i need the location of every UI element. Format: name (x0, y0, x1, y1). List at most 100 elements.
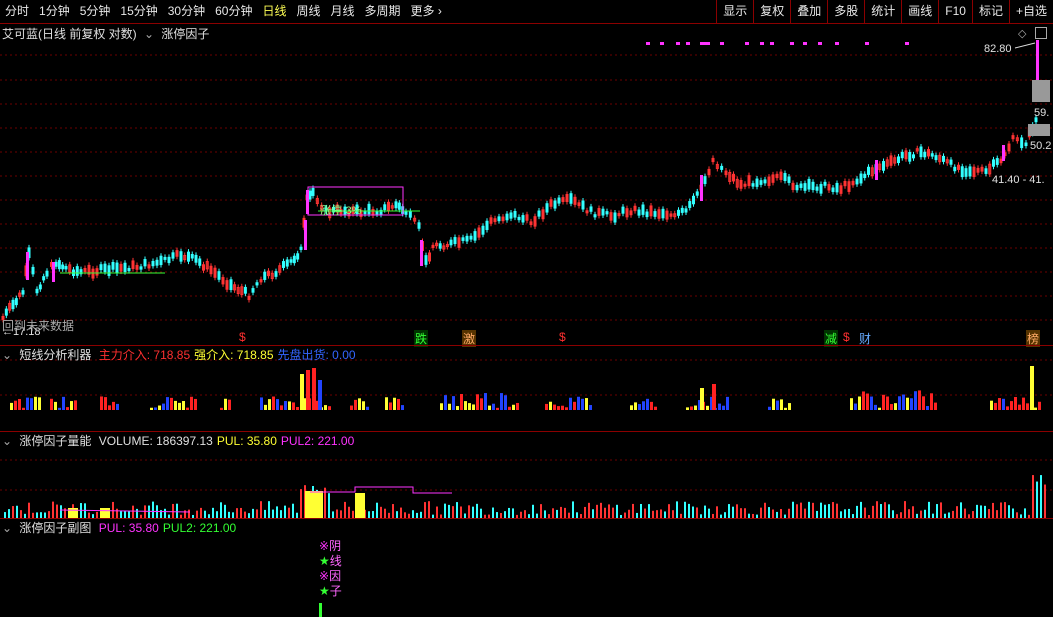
candle-body (251, 288, 255, 293)
candle-body (194, 254, 198, 263)
volume-bar (260, 501, 262, 519)
volume-bar (392, 504, 394, 519)
panel1-bar (224, 398, 227, 410)
panel1-bar (460, 394, 463, 410)
candle-body (107, 265, 111, 276)
candle-body (54, 261, 58, 267)
candle-body (115, 262, 119, 274)
panel1-title[interactable]: 短线分析利器 (19, 348, 91, 362)
panel1-bar (780, 399, 783, 410)
candle-body (308, 190, 312, 200)
signal-dash (745, 42, 749, 45)
candle-body (688, 201, 692, 208)
candle-body (417, 222, 421, 229)
event-marker-3[interactable]: $ (558, 330, 567, 344)
volume-bar (936, 504, 938, 519)
candle-body (509, 212, 513, 219)
candle-body (31, 266, 35, 275)
candle-body (285, 259, 289, 267)
panel1-bar (393, 397, 396, 410)
panel1-bar (492, 403, 495, 410)
panel1-bar (440, 403, 443, 410)
candle-body (645, 211, 649, 218)
signal-dash (660, 42, 664, 45)
candle-body (882, 161, 885, 171)
volume-bar (976, 504, 978, 519)
candle-body (992, 159, 995, 167)
panel1-bar (784, 407, 787, 410)
panel1-bar (906, 397, 909, 410)
panel1-bar (990, 400, 993, 410)
panel1-bar (70, 401, 73, 410)
volume-bar (1032, 475, 1034, 519)
panel1-bar (630, 405, 633, 410)
candle-body (367, 203, 371, 215)
candle-body (795, 184, 799, 191)
chevron-down-icon[interactable]: ⌄ (2, 434, 12, 448)
volume-bar (808, 501, 810, 519)
panel1-bar (401, 405, 404, 410)
panel1-bar (718, 403, 721, 410)
candle-body (481, 225, 485, 235)
candle-body (799, 183, 803, 188)
panel1-bar (858, 396, 861, 410)
signal-dash (646, 42, 650, 45)
panel1-bar (100, 396, 103, 410)
candle-body (942, 155, 945, 162)
candle-body (179, 251, 183, 262)
limit-up-candle (1002, 145, 1005, 161)
volume-bar (1000, 502, 1002, 519)
volume-bar (56, 504, 58, 519)
panel1-bar (545, 403, 548, 410)
volume-bar (52, 501, 54, 519)
panel1-bar (866, 393, 869, 410)
panel1-bar (508, 406, 511, 410)
panel1-bar (300, 374, 304, 410)
candle-body (751, 183, 755, 187)
panel1-bar (22, 407, 25, 410)
candle-body (807, 178, 811, 190)
candle-body (835, 182, 839, 193)
panel3-title[interactable]: 涨停因子副图 (19, 521, 91, 535)
candle-body (45, 270, 49, 277)
panel1-bar (573, 401, 576, 410)
chevron-down-icon[interactable]: ⌄ (2, 521, 12, 535)
volume-bar (640, 503, 642, 519)
candle-body (190, 254, 194, 259)
panel1-bar (706, 405, 709, 410)
candle-body (296, 253, 300, 260)
volume-bar (84, 503, 86, 519)
panel1-bar (34, 396, 37, 410)
panel1-bar (272, 396, 275, 410)
panel1-bar (182, 401, 185, 410)
panel2-title[interactable]: 涨停因子量能 (19, 434, 91, 448)
panel1-bar (642, 401, 645, 410)
candle-body (263, 271, 267, 280)
candle-body (127, 267, 131, 272)
volume-bar (376, 502, 378, 519)
chevron-down-icon[interactable]: ⌄ (2, 348, 12, 362)
candle-body (485, 220, 489, 231)
candle-body (569, 193, 573, 204)
signal-dash (700, 42, 710, 45)
panel1-bar (1022, 397, 1025, 410)
candle-body (581, 200, 585, 210)
volume-bar (292, 503, 294, 519)
panel2-item-1: PUL: 35.80 (216, 434, 277, 448)
signal-char-2: ※因 (319, 569, 342, 583)
panel1-bar (894, 403, 897, 410)
panel1-bar (776, 400, 779, 410)
panel1-item-1: 强介入: 718.85 (194, 348, 274, 362)
volume-bar (824, 504, 826, 519)
volume-highlight (68, 508, 78, 518)
candle-body (968, 166, 972, 177)
event-marker-5[interactable]: $ (842, 330, 851, 344)
event-marker-0[interactable]: $ (238, 330, 247, 344)
volume-bar (268, 501, 270, 519)
panel1-bar (166, 397, 169, 410)
panel1-bar (296, 406, 299, 410)
panel1-bar (994, 402, 997, 410)
panel1-bar (910, 398, 913, 410)
panel1-bar (654, 406, 657, 410)
candle-body (139, 266, 143, 270)
